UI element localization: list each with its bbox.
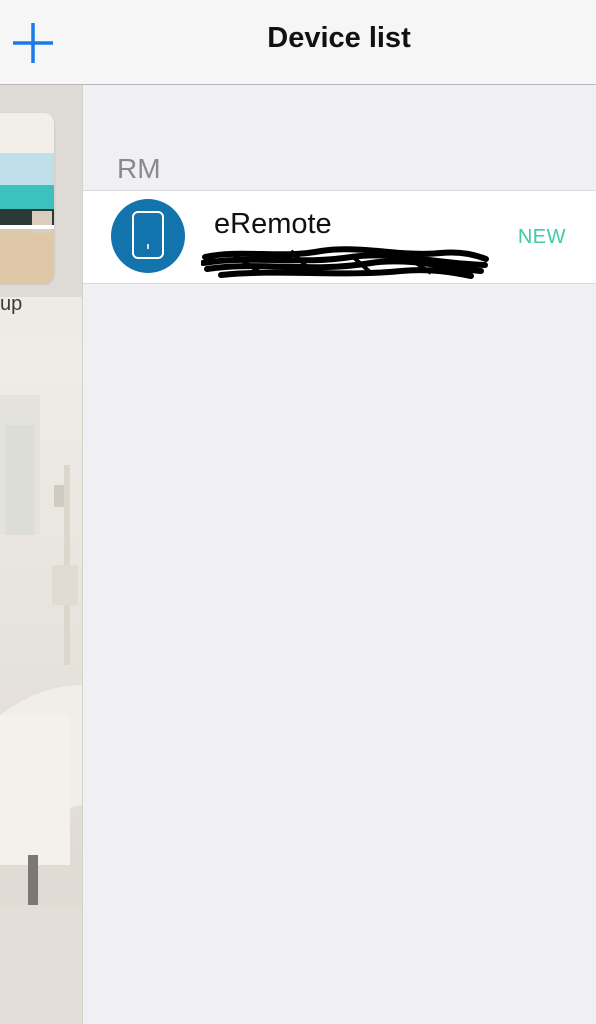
redacted-scribble xyxy=(201,246,489,279)
device-avatar xyxy=(111,199,185,273)
room-thumbnail-area: up xyxy=(0,85,82,315)
group-label: up xyxy=(0,293,23,315)
room-thumbnail[interactable] xyxy=(0,113,54,283)
app-root: up Device list RM eRemote NEW xyxy=(0,0,596,1024)
side-panel: up xyxy=(0,85,83,1024)
new-badge: NEW xyxy=(517,226,566,248)
navigation-bar: Device list xyxy=(0,0,596,85)
plus-icon xyxy=(13,23,53,63)
device-name: eRemote xyxy=(214,208,332,240)
remote-device-icon xyxy=(132,211,164,259)
device-row[interactable]: eRemote NEW xyxy=(83,190,596,284)
add-device-button[interactable] xyxy=(11,21,55,65)
section-header-rm: RM xyxy=(117,153,161,184)
page-title: Device list xyxy=(267,22,411,54)
room-background-decor xyxy=(0,395,82,1024)
